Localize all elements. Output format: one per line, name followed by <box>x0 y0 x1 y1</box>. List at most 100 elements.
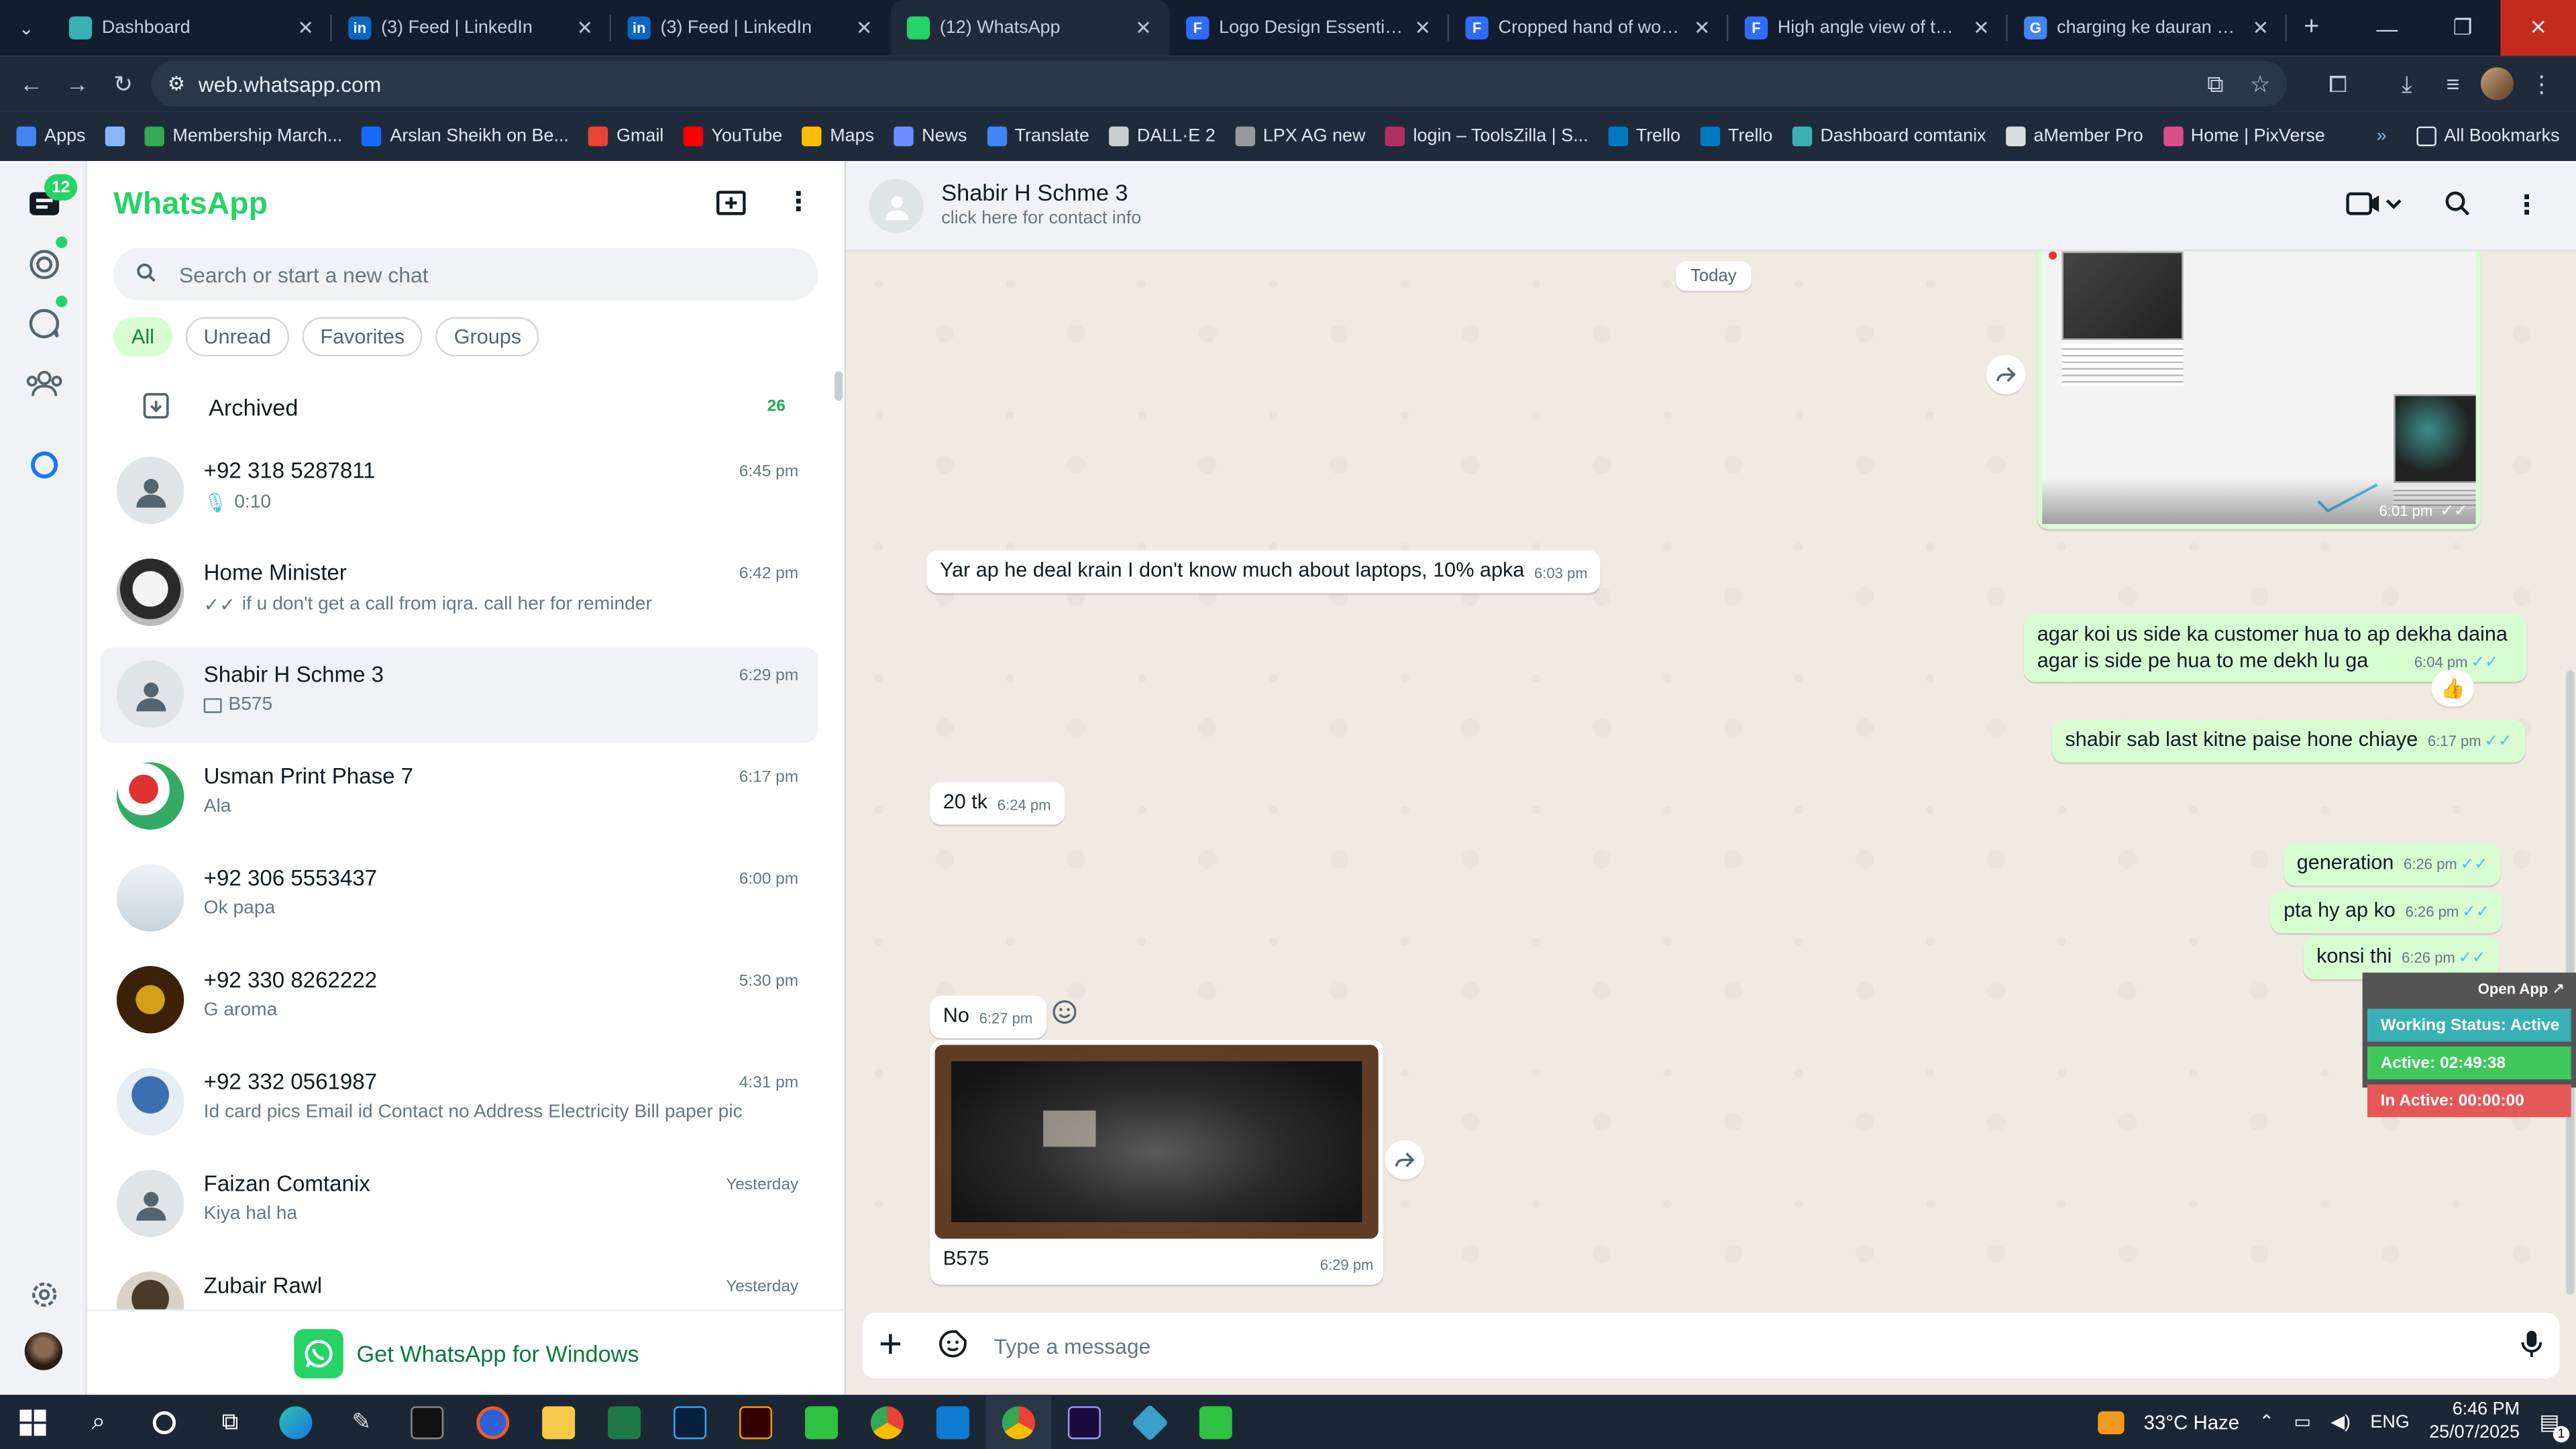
bookmark-item[interactable]: aMember Pro <box>2005 126 2143 146</box>
tray-chevron-icon[interactable]: ⌃ <box>2259 1411 2274 1432</box>
reload-icon[interactable]: ↻ <box>105 66 142 102</box>
weather-text[interactable]: 33°C Haze <box>2144 1410 2239 1433</box>
search-messages-icon[interactable] <box>2445 191 2471 222</box>
browser-tab[interactable]: Gcharging ke dauran hone ✕ <box>2008 0 2288 56</box>
search-box[interactable] <box>113 248 818 301</box>
excel-icon[interactable] <box>592 1395 657 1449</box>
app-green-icon[interactable] <box>789 1395 855 1449</box>
bookmark-item[interactable]: Apps <box>16 126 86 146</box>
contact-name[interactable]: Shabir H Schme 3 <box>941 179 1128 205</box>
new-tab-button[interactable]: + <box>2287 0 2336 56</box>
message-input[interactable] <box>994 1333 2473 1358</box>
chat-avatar[interactable] <box>116 558 184 627</box>
tab-close-icon[interactable]: ✕ <box>1692 16 1711 39</box>
voice-message-icon[interactable] <box>2520 1328 2543 1362</box>
chat-list-item[interactable]: +92 332 0561987 Id card pics Email id Con… <box>100 1055 818 1150</box>
chrome-active-icon[interactable] <box>985 1395 1052 1449</box>
clock[interactable]: 6:46 PM 25/07/2025 <box>2429 1399 2520 1444</box>
bookmark-item[interactable]: Home | PixVerse <box>2163 126 2325 146</box>
meta-ai-icon[interactable] <box>23 443 64 484</box>
illustrator-icon[interactable] <box>723 1395 789 1449</box>
chat-avatar[interactable] <box>116 966 184 1034</box>
volume-icon[interactable]: ◀) <box>2330 1411 2351 1432</box>
bookmark-item[interactable]: login – ToolsZilla | S... <box>1385 126 1589 146</box>
incoming-message[interactable]: No 6:27 pm <box>930 996 1046 1038</box>
bookmark-item[interactable]: LPX AG new <box>1235 126 1366 146</box>
channels-icon[interactable] <box>23 303 64 343</box>
new-chat-icon[interactable] <box>716 191 746 222</box>
filter-all[interactable]: All <box>113 317 172 357</box>
status-icon[interactable] <box>23 243 64 284</box>
outgoing-message[interactable]: generation 6:26 pm ✓✓ <box>2284 843 2502 885</box>
outgoing-image-message[interactable]: 6:01 pm ✓✓ <box>2037 251 2481 529</box>
filter-favorites[interactable]: Favorites <box>302 317 423 357</box>
terminal-icon[interactable] <box>394 1395 460 1449</box>
outgoing-message[interactable]: pta hy ap ko 6:26 pm ✓✓ <box>2270 890 2503 933</box>
chat-list-item[interactable]: Shabir H Schme 3 B575 6:29 pm <box>100 647 818 743</box>
tab-close-icon[interactable]: ✕ <box>1972 16 1991 39</box>
bookmark-item[interactable]: Maps <box>802 126 874 146</box>
forward-icon[interactable] <box>1385 1140 1425 1180</box>
bookmark-item[interactable]: Membership March... <box>144 126 342 146</box>
browser-tab[interactable]: F High angle view of toys s ✕ <box>1728 0 2008 56</box>
chat-list-item[interactable]: Usman Print Phase 7 Ala 6:17 pm <box>100 749 818 845</box>
screen-recorder-icon[interactable] <box>460 1395 526 1449</box>
chat-avatar[interactable] <box>116 660 184 728</box>
open-app-link[interactable]: Open App ↗ <box>2367 977 2571 1004</box>
vscode-icon[interactable] <box>920 1395 985 1449</box>
more-bookmarks-icon[interactable]: » <box>2377 127 2387 146</box>
app-green-2-icon[interactable] <box>1183 1395 1248 1449</box>
tab-close-icon[interactable]: ✕ <box>575 16 594 39</box>
premiere-icon[interactable] <box>1051 1395 1117 1449</box>
pen-tool-icon[interactable]: ✎ <box>329 1395 394 1449</box>
forward-icon[interactable] <box>1986 354 2026 394</box>
chat-list-item[interactable]: +92 306 5553437 Ok papa 6:00 pm <box>100 851 818 947</box>
language-indicator[interactable]: ENG <box>2370 1412 2409 1432</box>
photoshop-icon[interactable] <box>657 1395 723 1449</box>
notification-center-icon[interactable]: ▤ 1 <box>2539 1409 2570 1442</box>
bookmark-star-icon[interactable]: ☆ <box>2250 70 2271 98</box>
conversation-menu-icon[interactable]: ⋮ <box>2514 193 2540 219</box>
attach-plus-icon[interactable] <box>879 1332 902 1360</box>
chat-avatar[interactable] <box>116 1169 184 1238</box>
bookmark-item[interactable]: Trello <box>1700 126 1772 146</box>
search-icon[interactable]: ⌕ <box>66 1395 131 1449</box>
chrome-menu-icon[interactable]: ⋮ <box>2524 66 2560 102</box>
bookmark-item[interactable]: Trello <box>1607 126 1680 146</box>
outgoing-message[interactable]: shabir sab last kitne paise hone chiaye 6… <box>2051 719 2526 762</box>
browser-tab[interactable]: Dashboard ✕ <box>52 0 332 56</box>
chat-avatar[interactable] <box>116 864 184 932</box>
filter-groups[interactable]: Groups <box>435 317 540 357</box>
back-icon[interactable]: ← <box>13 66 50 102</box>
forward-icon[interactable]: → <box>59 66 95 102</box>
chat-list-item[interactable]: +92 318 5287811 🎙 0:10 6:45 pm <box>100 443 818 539</box>
browser-tab[interactable]: F Logo Design Essentials ve ✕ <box>1170 0 1450 56</box>
chat-list-item[interactable]: Home Minister ✓✓ if u don't get a call fro… <box>100 545 818 641</box>
chat-avatar[interactable] <box>116 762 184 830</box>
browser-tab[interactable]: (12) WhatsApp ✕ <box>890 0 1170 56</box>
chat-list-item[interactable]: Faizan Comtanix Kiya hal ha Yesterday <box>100 1157 818 1252</box>
sticker-icon[interactable] <box>938 1328 967 1362</box>
bookmark-item[interactable]: Arslan Sheikh on Be... <box>362 126 569 146</box>
tab-close-icon[interactable]: ✕ <box>2251 16 2270 39</box>
profile-avatar[interactable] <box>2480 67 2514 101</box>
get-whatsapp-windows-banner[interactable]: Get WhatsApp for Windows <box>87 1309 847 1395</box>
browser-tab[interactable]: F Cropped hand of woman ✕ <box>1449 0 1729 56</box>
bookmark-item[interactable]: Translate <box>986 126 1089 146</box>
install-app-icon[interactable]: ⧉ <box>2207 70 2223 98</box>
edge-icon[interactable] <box>263 1395 329 1449</box>
close-window-icon[interactable]: ✕ <box>2500 0 2576 56</box>
laptop-bottom-photo[interactable] <box>934 1044 1379 1239</box>
bookmark-item[interactable]: Gmail <box>588 126 663 146</box>
filter-unread[interactable]: Unread <box>185 317 289 357</box>
contact-avatar[interactable] <box>869 178 924 233</box>
incoming-message[interactable]: Yar ap he deal krain I don't know much a… <box>926 550 1601 593</box>
restore-icon[interactable]: ❐ <box>2425 0 2501 56</box>
chat-avatar[interactable] <box>116 1271 184 1309</box>
react-emoji-icon[interactable] <box>1046 994 1083 1030</box>
cortana-icon[interactable] <box>131 1395 197 1449</box>
start-icon[interactable] <box>0 1395 66 1449</box>
incoming-message[interactable]: 20 tk 6:24 pm <box>930 782 1065 824</box>
profile-photo[interactable] <box>23 1331 64 1372</box>
weather-icon[interactable] <box>2098 1410 2125 1434</box>
